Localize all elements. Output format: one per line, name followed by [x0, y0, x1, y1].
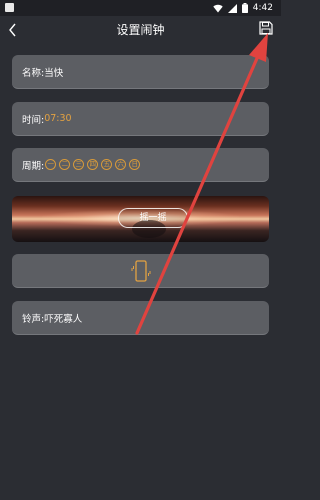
weekday-toggle-thu[interactable]: 四	[87, 159, 99, 170]
weekday-toggle-mon[interactable]: 一	[45, 159, 57, 170]
ringtone-label: 铃声:	[22, 313, 45, 325]
weekday-selector: 一 二 三 四 五 六 日	[45, 159, 141, 170]
shake-button[interactable]: 摇一摇	[118, 208, 188, 228]
toolbar: 设置闹钟	[0, 16, 281, 44]
signal-icon	[227, 3, 237, 13]
weekday-toggle-sat[interactable]: 六	[115, 159, 127, 170]
weekday-toggle-wed[interactable]: 三	[73, 159, 85, 170]
time-label: 时间:	[22, 114, 45, 126]
vibrate-row[interactable]	[12, 254, 269, 288]
name-row[interactable]: 名称: 当快	[12, 55, 269, 89]
save-icon[interactable]	[259, 21, 273, 35]
time-value[interactable]: 07:30	[44, 113, 71, 124]
app-notification-icon	[5, 3, 14, 12]
name-label: 名称:	[22, 67, 45, 79]
page-title: 设置闹钟	[116, 23, 165, 37]
period-row: 周期: 一 二 三 四 五 六 日	[12, 148, 269, 182]
name-value[interactable]: 当快	[44, 65, 63, 79]
period-label: 周期:	[22, 160, 45, 172]
phone-vibrate-icon[interactable]	[129, 259, 153, 283]
wifi-icon	[213, 4, 223, 12]
status-bar-right: 4:42	[213, 1, 273, 15]
weekday-toggle-sun[interactable]: 日	[129, 159, 141, 170]
status-time: 4:42	[252, 3, 273, 13]
ringtone-value[interactable]: 吓死寡人	[44, 311, 82, 325]
shake-banner[interactable]: 摇一摇	[12, 196, 269, 242]
time-row[interactable]: 时间: 07:30	[12, 102, 269, 136]
weekday-toggle-fri[interactable]: 五	[101, 159, 113, 170]
ringtone-row[interactable]: 铃声: 吓死寡人	[12, 301, 269, 335]
battery-icon	[241, 3, 248, 13]
status-bar: 4:42	[0, 0, 281, 16]
weekday-toggle-tue[interactable]: 二	[59, 159, 71, 170]
